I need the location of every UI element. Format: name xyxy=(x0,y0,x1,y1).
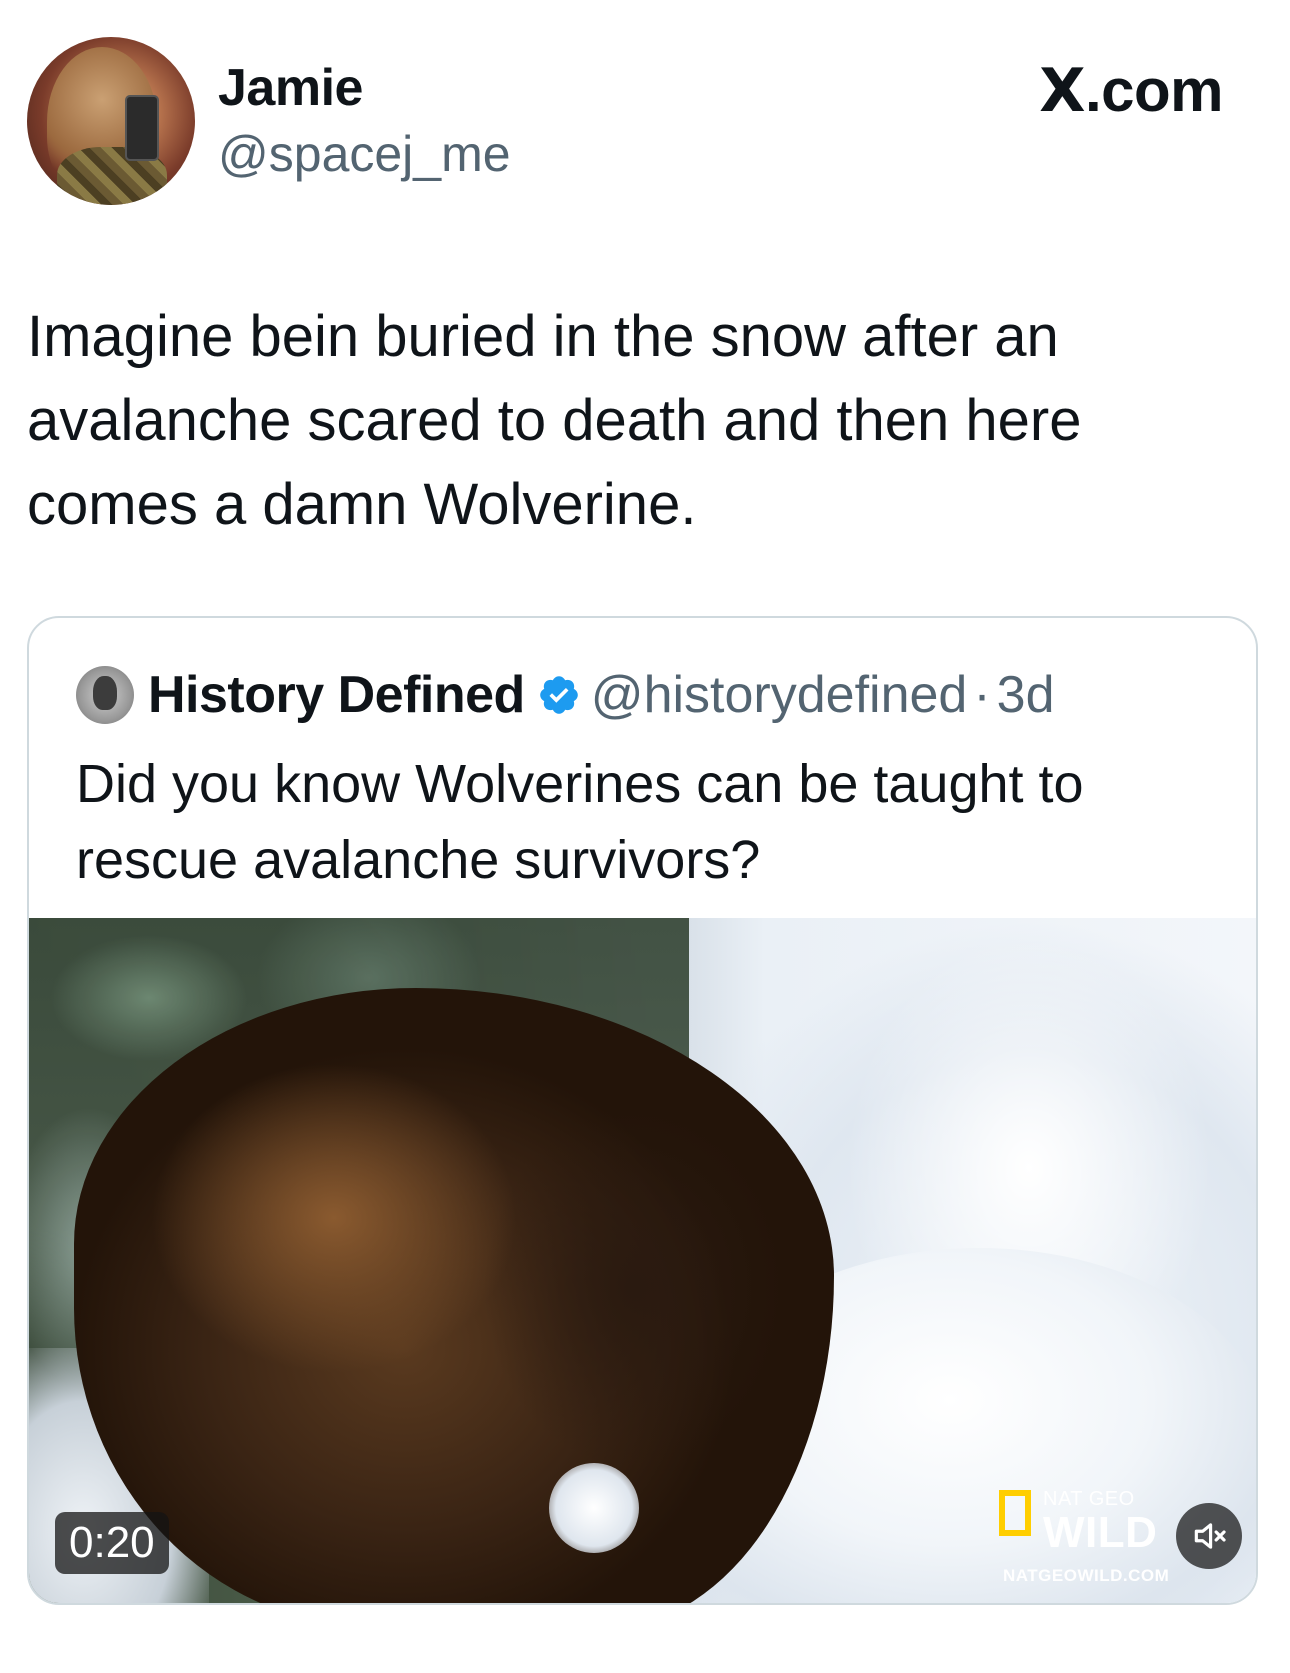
author-name[interactable]: Jamie xyxy=(218,58,363,118)
author-handle[interactable]: @spacej_me xyxy=(218,125,511,183)
video-duration-badge: 0:20 xyxy=(55,1512,169,1574)
quoted-author-handle[interactable]: @historydefined xyxy=(591,665,968,725)
x-logo-mark: X xyxy=(1039,56,1085,126)
tweet-text: Imagine bein buried in the snow after an… xyxy=(27,304,1082,537)
quoted-tweet-card[interactable]: History Defined @historydefined · 3d Did… xyxy=(27,616,1258,1605)
quoted-author-avatar[interactable] xyxy=(76,666,134,724)
author-avatar[interactable] xyxy=(27,37,195,205)
x-logo-text: .com xyxy=(1084,57,1224,124)
avatar-phone xyxy=(125,95,159,161)
verified-badge-icon xyxy=(537,673,581,717)
quoted-author-name[interactable]: History Defined xyxy=(148,665,525,725)
speaker-muted-icon xyxy=(1194,1523,1226,1549)
natgeo-line2: WILD xyxy=(1043,1508,1158,1557)
separator-dot: · xyxy=(973,666,991,724)
video-player[interactable]: 0:20 NAT GEO WILD NATGEOWILD.COM xyxy=(29,918,1256,1603)
video-frame-snow-chunk xyxy=(549,1463,639,1553)
mute-button[interactable] xyxy=(1176,1503,1242,1569)
natgeo-frame-icon xyxy=(999,1490,1031,1536)
quoted-tweet-header: History Defined @historydefined · 3d xyxy=(76,665,1236,725)
natgeo-line3: NATGEOWILD.COM xyxy=(1003,1566,1170,1585)
quoted-timestamp[interactable]: 3d xyxy=(997,665,1055,725)
video-frame-wolverine xyxy=(74,988,834,1603)
x-logo: X.com xyxy=(1039,56,1223,126)
quoted-tweet-text: Did you know Wolverines can be taught to… xyxy=(76,754,1084,890)
